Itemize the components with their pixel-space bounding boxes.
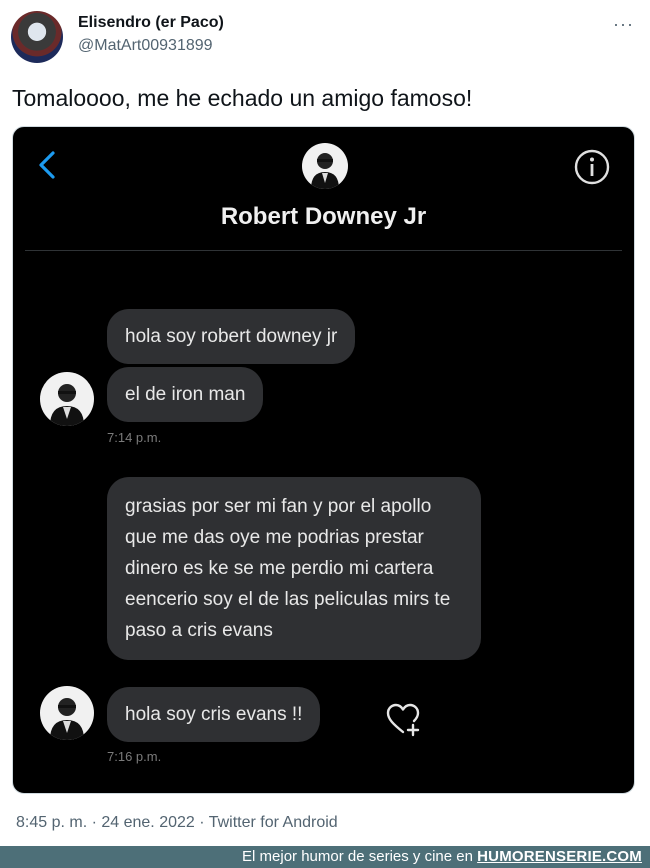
message-timestamp: 7:16 p.m. [107, 749, 162, 764]
watermark-bar: El mejor humor de series y cine en HUMOR… [0, 846, 650, 868]
message-bubble[interactable]: el de iron man [107, 367, 264, 422]
sender-avatar[interactable] [40, 372, 94, 426]
message-bubble[interactable]: hola soy cris evans !! [107, 687, 321, 742]
watermark-prefix: El mejor humor de series y cine en [242, 848, 473, 865]
watermark-site[interactable]: HUMORENSERIE.COM [477, 848, 642, 865]
message-bubble[interactable]: hola soy robert downey jr [107, 309, 356, 364]
message-timestamp: 7:14 p.m. [107, 430, 162, 445]
heart-plus-icon[interactable] [383, 699, 423, 739]
contact-avatar[interactable] [302, 143, 348, 189]
message-bubble[interactable]: grasias por ser mi fan y por el apollo q… [107, 477, 481, 660]
watermark: El mejor humor de series y cine en HUMOR… [242, 848, 642, 865]
author-handle[interactable]: @MatArt00931899 [78, 37, 213, 55]
tweet-header: Elisendro (er Paco) @MatArt00931899 ··· [0, 0, 650, 70]
header-divider [25, 250, 622, 251]
tweet-image[interactable]: Robert Downey Jr hola soy robert downey … [12, 126, 635, 794]
author-name[interactable]: Elisendro (er Paco) [78, 14, 224, 32]
more-options-button[interactable]: ··· [613, 14, 634, 35]
author-avatar[interactable] [11, 11, 63, 63]
chevron-left-icon[interactable] [33, 145, 61, 185]
contact-name: Robert Downey Jr [220, 203, 427, 230]
sender-avatar[interactable] [40, 686, 94, 740]
tweet-metadata[interactable]: 8:45 p. m. · 24 ene. 2022 · Twitter for … [16, 814, 338, 832]
tweet-text: Tomaloooo, me he echado un amigo famoso! [12, 85, 473, 111]
info-icon[interactable] [572, 147, 612, 187]
